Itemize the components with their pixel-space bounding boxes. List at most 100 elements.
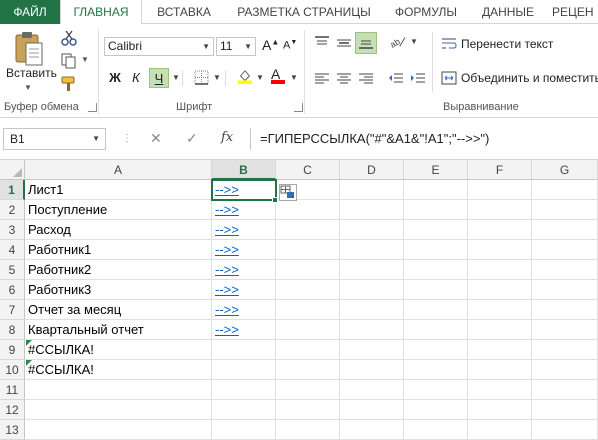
cell-a9[interactable]: #ССЫЛКА! [25,340,211,360]
font-size-select[interactable]: 11 ▼ [216,37,256,56]
cell-a5[interactable]: Работник2 [25,260,211,280]
cell-b8-link[interactable]: -->> [212,320,275,340]
cut-icon[interactable] [60,30,78,46]
cell-b2-link[interactable]: -->> [212,200,275,220]
tab-data[interactable]: ДАННЫЕ [470,0,546,24]
tab-insert[interactable]: ВСТАВКА [142,0,226,24]
fill-color-dropdown-icon[interactable]: ▼ [256,68,264,88]
row-header-4[interactable]: 4 [0,240,25,260]
formula-bar-resize-handle[interactable]: ⋮ [122,133,132,144]
row-header-12[interactable]: 12 [0,400,25,420]
cancel-icon[interactable]: ✕ [150,130,162,147]
align-right-icon[interactable] [358,72,374,86]
row-header-9[interactable]: 9 [0,340,25,360]
align-middle-icon[interactable] [336,36,352,50]
formula-input[interactable]: =ГИПЕРССЫЛКА("#"&A1&"!A1";"-->>") [250,128,598,150]
paste-dropdown-icon[interactable]: ▼ [24,83,32,92]
font-color-dropdown-icon[interactable]: ▼ [290,68,298,88]
align-bottom-button[interactable] [355,32,377,54]
fill-color-icon[interactable] [236,68,254,84]
underline-button[interactable]: Ч [149,68,169,88]
format-painter-icon[interactable] [60,76,78,92]
increase-indent-icon[interactable] [410,72,426,86]
divider [432,32,433,92]
cell-a4[interactable]: Работник1 [25,240,211,260]
font-color-button[interactable]: A [271,66,285,84]
row-header-2[interactable]: 2 [0,200,25,220]
clipboard-launcher-icon[interactable] [88,103,97,112]
font-name-select[interactable]: Calibri ▼ [104,37,214,56]
row-header-8[interactable]: 8 [0,320,25,340]
paste-icon[interactable] [13,30,45,68]
font-launcher-icon[interactable] [294,103,303,112]
font-group-label: Шрифт [176,101,213,113]
tab-review[interactable]: РЕЦЕН [552,0,598,24]
cell-a3[interactable]: Расход [25,220,211,240]
column-header-d[interactable]: D [340,160,404,180]
wrap-text-button[interactable]: Перенести текст [461,37,553,51]
insert-function-icon[interactable]: fx [221,130,233,145]
column-header-c[interactable]: C [276,160,340,180]
column-header-g[interactable]: G [532,160,598,180]
column-header-f[interactable]: F [468,160,532,180]
cell-a6[interactable]: Работник3 [25,280,211,300]
tab-formulas[interactable]: ФОРМУЛЫ [382,0,470,24]
shrink-font-button[interactable]: A▼ [283,39,297,52]
copy-dropdown-icon[interactable]: ▼ [81,55,89,64]
cell-b5-link[interactable]: -->> [212,260,275,280]
cell-b6-link[interactable]: -->> [212,280,275,300]
cell-b3-link[interactable]: -->> [212,220,275,240]
cell-a2[interactable]: Поступление [25,200,211,220]
cell-a10[interactable]: #ССЫЛКА! [25,360,211,380]
italic-button[interactable]: К [127,68,145,88]
row-header-7[interactable]: 7 [0,300,25,320]
tab-file[interactable]: ФАЙЛ [0,0,60,24]
row-header-6[interactable]: 6 [0,280,25,300]
wrap-text-icon[interactable] [441,37,457,51]
chevron-down-icon: ▼ [92,134,100,143]
paste-button-label[interactable]: Вставить [6,66,57,80]
fill-handle[interactable] [272,197,278,203]
row-header-13[interactable]: 13 [0,420,25,440]
bold-button[interactable]: Ж [106,68,124,88]
borders-dropdown-icon[interactable]: ▼ [213,68,221,88]
cell-b7-link[interactable]: -->> [212,300,275,320]
cell-a1[interactable]: Лист1 [25,180,211,200]
align-top-icon[interactable] [314,36,330,50]
column-header-e[interactable]: E [404,160,468,180]
error-indicator-icon[interactable] [26,360,32,366]
gridline [25,399,598,400]
underline-dropdown-icon[interactable]: ▼ [172,68,180,88]
tab-page-layout[interactable]: РАЗМЕТКА СТРАНИЦЫ [226,0,382,24]
row-header-3[interactable]: 3 [0,220,25,240]
clipboard-group-label: Буфер обмена [4,101,79,113]
merge-center-icon[interactable] [441,71,457,85]
enter-icon[interactable]: ✓ [186,130,198,147]
orientation-dropdown-icon[interactable]: ▼ [410,32,418,52]
name-box[interactable]: B1 ▼ [3,128,106,150]
align-left-icon[interactable] [314,72,330,86]
column-header-b[interactable]: B [212,160,276,180]
decrease-indent-icon[interactable] [388,72,404,86]
error-indicator-icon[interactable] [26,340,32,346]
row-header-5[interactable]: 5 [0,260,25,280]
row-header-11[interactable]: 11 [0,380,25,400]
row-header-10[interactable]: 10 [0,360,25,380]
worksheet-grid: A B C D E F G 1 2 3 4 5 6 7 8 9 10 11 12… [0,160,598,440]
alignment-group-label: Выравнивание [443,101,519,113]
cell-a7[interactable]: Отчет за месяц [25,300,211,320]
auto-fill-options-button[interactable] [279,184,297,201]
grow-font-button[interactable]: A▲ [262,37,279,53]
copy-icon[interactable] [60,53,78,69]
orientation-icon[interactable]: ab [388,34,408,48]
cell-a8[interactable]: Квартальный отчет [25,320,211,340]
merge-center-button[interactable]: Объединить и поместить [461,71,598,85]
tab-home[interactable]: ГЛАВНАЯ [60,0,142,25]
select-all-button[interactable] [0,160,25,180]
cell-b4-link[interactable]: -->> [212,240,275,260]
row-header-1[interactable]: 1 [0,180,25,200]
borders-icon[interactable] [193,70,211,86]
column-header-a[interactable]: A [25,160,212,180]
align-bottom-icon [359,40,373,49]
align-center-icon[interactable] [336,72,352,86]
